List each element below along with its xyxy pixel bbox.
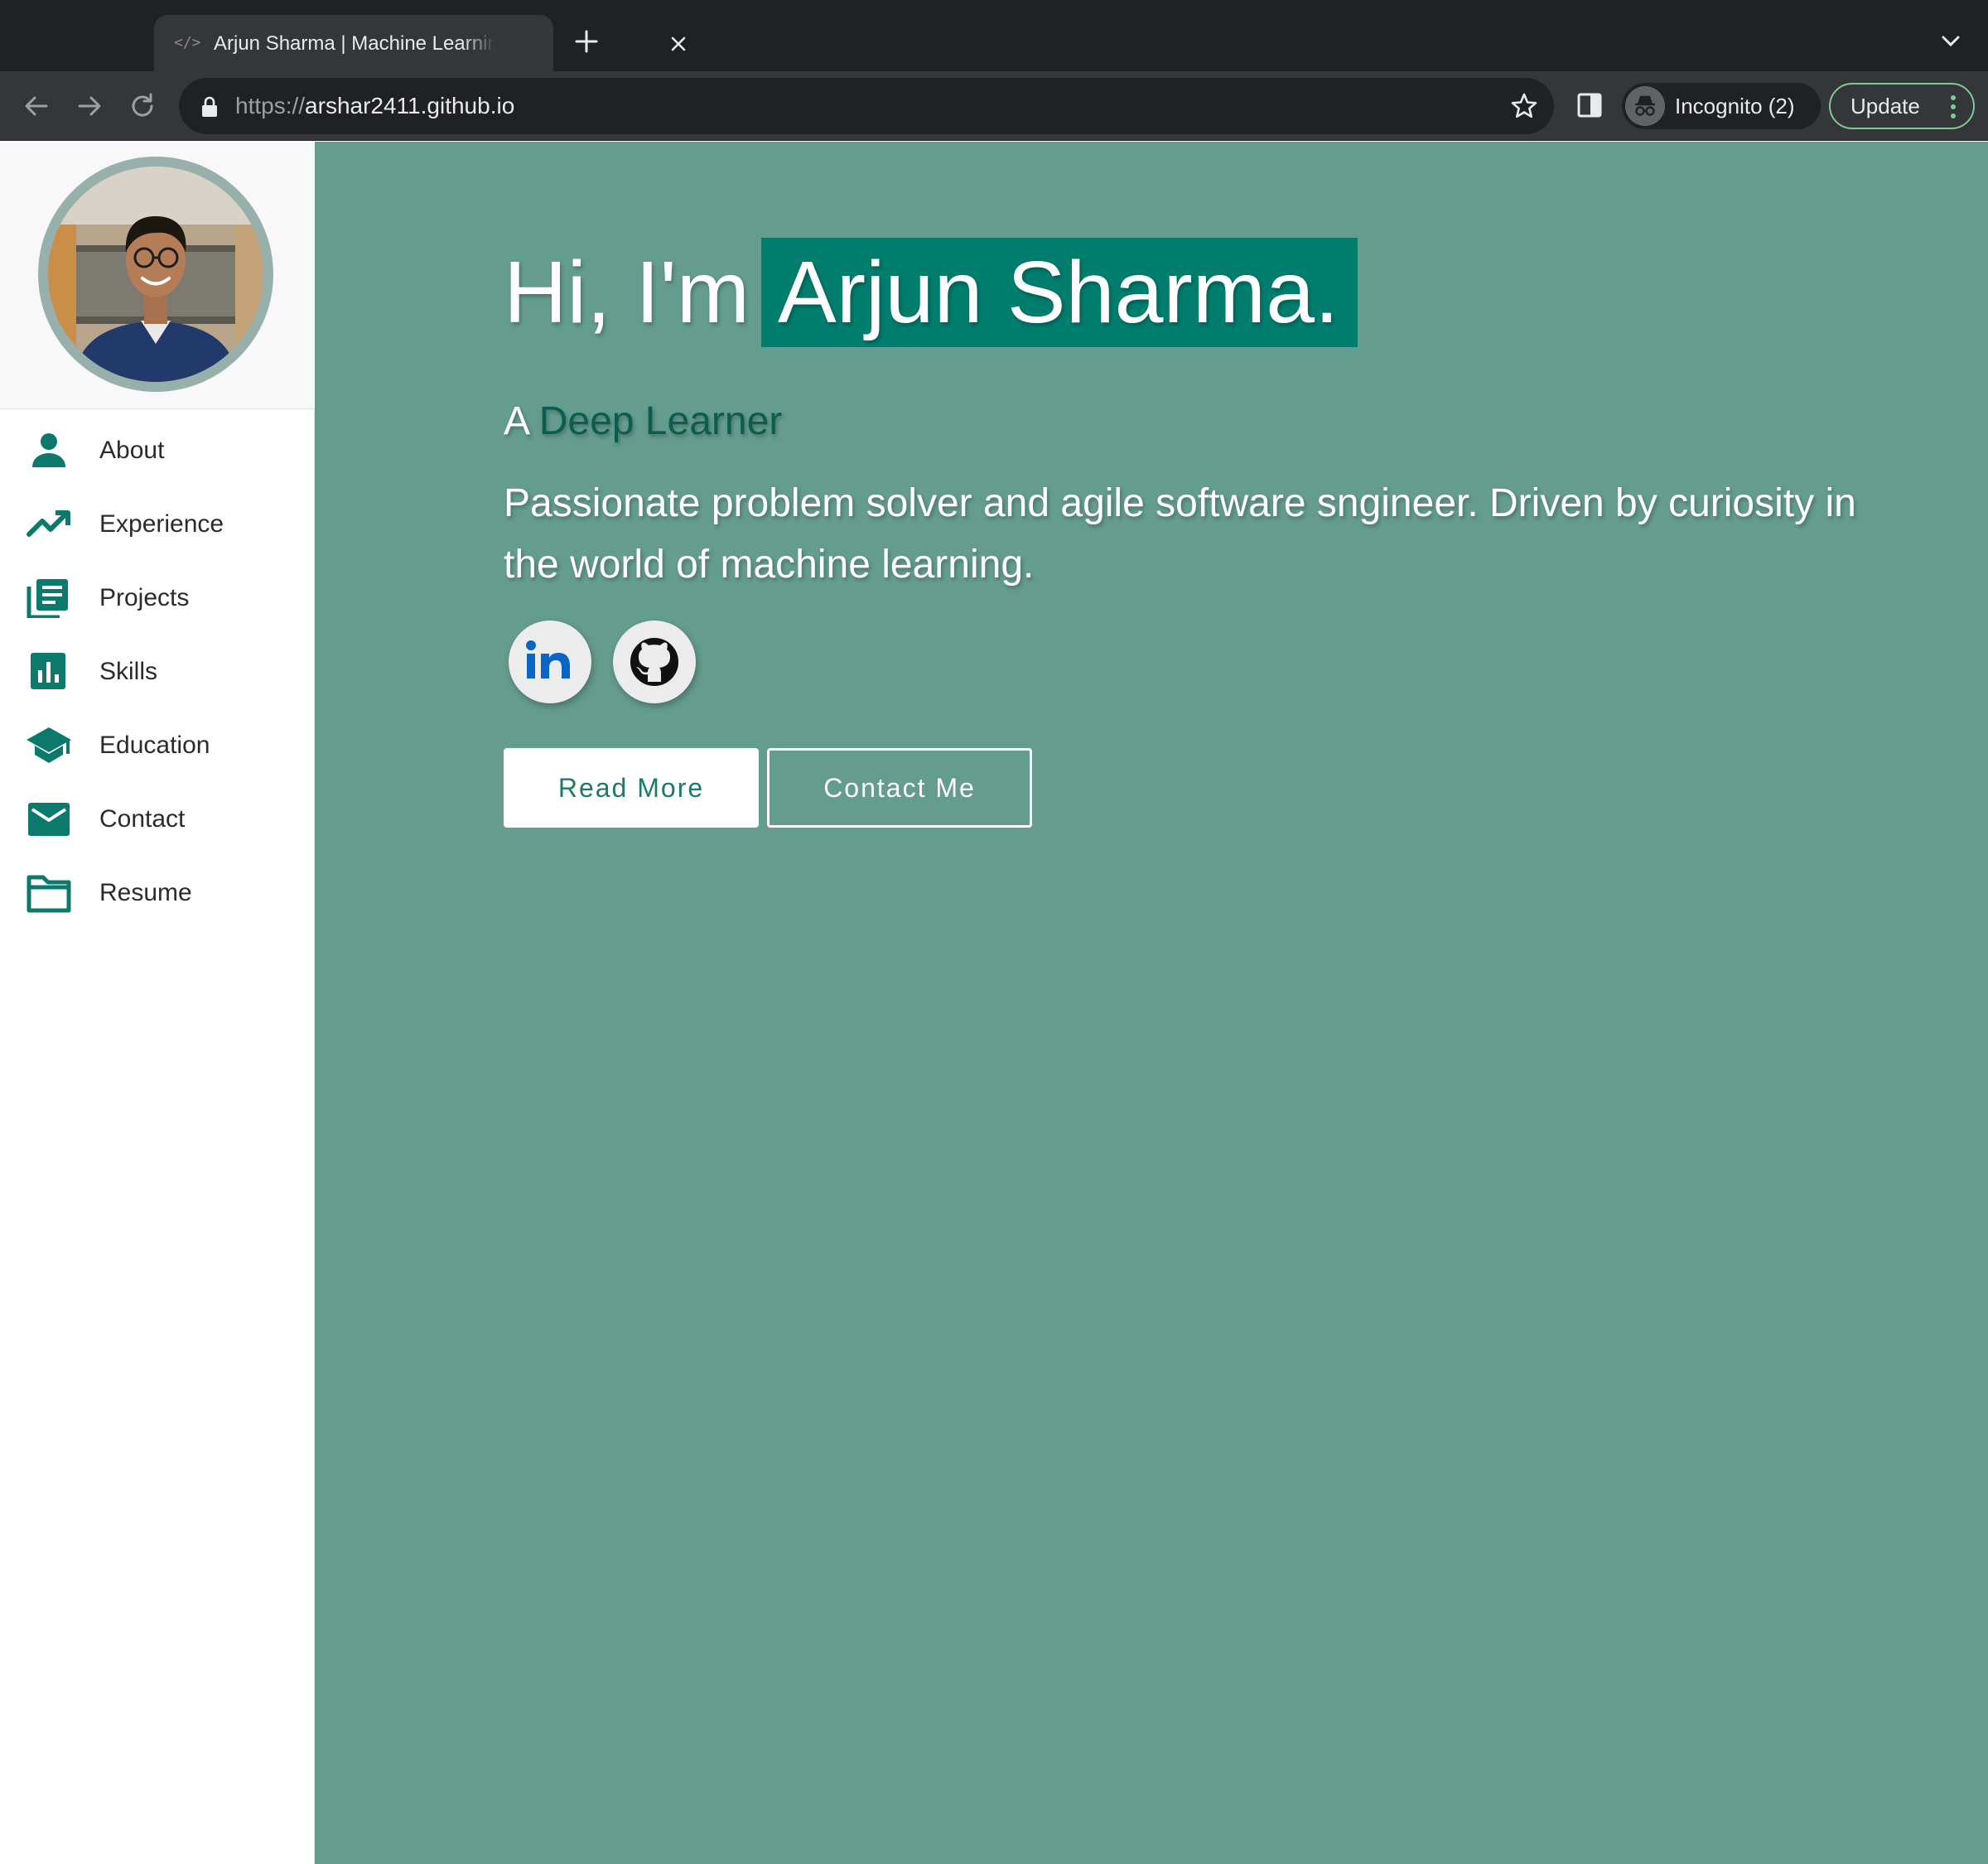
sidebar-item-about[interactable]: About bbox=[0, 414, 315, 487]
incognito-profile-button[interactable]: Incognito (2) bbox=[1622, 83, 1821, 129]
lock-icon[interactable] bbox=[200, 96, 219, 118]
library-books-icon bbox=[27, 579, 68, 618]
sidebar-item-label: About bbox=[99, 437, 165, 464]
address-bar[interactable]: https://arshar2411.github.io bbox=[179, 78, 1554, 134]
folder-icon bbox=[27, 875, 71, 913]
sidebar-item-education[interactable]: Education bbox=[0, 709, 315, 782]
sidebar-item-label: Experience bbox=[99, 510, 224, 538]
hero-sub-prefix: A bbox=[504, 399, 528, 443]
hero-heading: Hi, I'm Arjun Sharma. bbox=[504, 238, 1358, 347]
sidebar-item-projects[interactable]: Projects bbox=[0, 562, 315, 635]
sidebar-item-resume[interactable]: Resume bbox=[0, 857, 315, 930]
chevron-down-icon[interactable] bbox=[1938, 31, 1963, 51]
sidebar-item-label: Education bbox=[99, 732, 210, 759]
browser-toolbar: https://arshar2411.github.io Incognito (… bbox=[0, 71, 1988, 141]
hero-role: Deep Learner bbox=[538, 399, 783, 443]
url-scheme: https:// bbox=[235, 93, 306, 118]
forward-arrow-icon[interactable] bbox=[73, 89, 106, 123]
url-text[interactable]: https://arshar2411.github.io bbox=[235, 92, 514, 120]
sidebar-item-label: Contact bbox=[99, 805, 186, 833]
hero-greeting: Hi, I'm bbox=[504, 244, 750, 341]
browser-tab-strip: </> Arjun Sharma | Machine Learning bbox=[0, 0, 1988, 71]
update-button[interactable]: Update bbox=[1829, 83, 1975, 129]
sidebar-item-skills[interactable]: Skills bbox=[0, 635, 315, 708]
incognito-label: Incognito (2) bbox=[1675, 94, 1795, 118]
hero-subtitle: A Deep Learner bbox=[504, 397, 782, 447]
profile-photo bbox=[48, 167, 263, 382]
avatar bbox=[38, 157, 273, 392]
github-icon bbox=[630, 638, 678, 686]
more-vert-icon[interactable] bbox=[1950, 94, 1957, 119]
github-button[interactable] bbox=[613, 621, 696, 703]
person-icon bbox=[32, 433, 65, 467]
mail-icon bbox=[28, 803, 70, 836]
update-label: Update bbox=[1850, 94, 1920, 118]
sidebar-item-contact[interactable]: Contact bbox=[0, 783, 315, 856]
contact-me-button[interactable]: Contact Me bbox=[767, 748, 1032, 828]
code-icon: </> bbox=[174, 34, 201, 51]
url-host: arshar2411.github.io bbox=[305, 93, 515, 118]
bookmark-star-icon[interactable] bbox=[1509, 91, 1539, 121]
trending-up-icon bbox=[27, 510, 70, 537]
hero-name: Arjun Sharma. bbox=[761, 238, 1358, 347]
reload-icon[interactable] bbox=[126, 89, 159, 123]
back-arrow-icon[interactable] bbox=[20, 89, 53, 123]
incognito-icon bbox=[1625, 86, 1665, 126]
close-icon[interactable] bbox=[666, 31, 691, 56]
sidebar-item-experience[interactable]: Experience bbox=[0, 488, 315, 561]
side-panel-icon[interactable] bbox=[1575, 91, 1604, 119]
sidebar-item-label: Resume bbox=[99, 879, 192, 906]
hero-description: Passionate problem solver and agile soft… bbox=[504, 481, 1856, 587]
new-tab-plus-icon[interactable] bbox=[573, 28, 600, 55]
sidebar-item-label: Skills bbox=[99, 658, 158, 685]
linkedin-button[interactable] bbox=[509, 621, 591, 703]
sidebar: About Experience Projects Skills Educati… bbox=[0, 142, 315, 1864]
profile-area bbox=[0, 142, 315, 409]
tab-title: Arjun Sharma | Machine Learning bbox=[214, 32, 495, 55]
linkedin-icon bbox=[526, 640, 570, 678]
read-more-button[interactable]: Read More bbox=[504, 748, 759, 828]
hero-section: Hi, I'm Arjun Sharma. A Deep Learner Pass… bbox=[315, 142, 1988, 1864]
sidebar-item-label: Projects bbox=[99, 584, 190, 611]
graduation-cap-icon bbox=[27, 727, 71, 763]
browser-tab[interactable]: </> Arjun Sharma | Machine Learning bbox=[154, 15, 686, 71]
bar-chart-icon bbox=[31, 653, 65, 689]
